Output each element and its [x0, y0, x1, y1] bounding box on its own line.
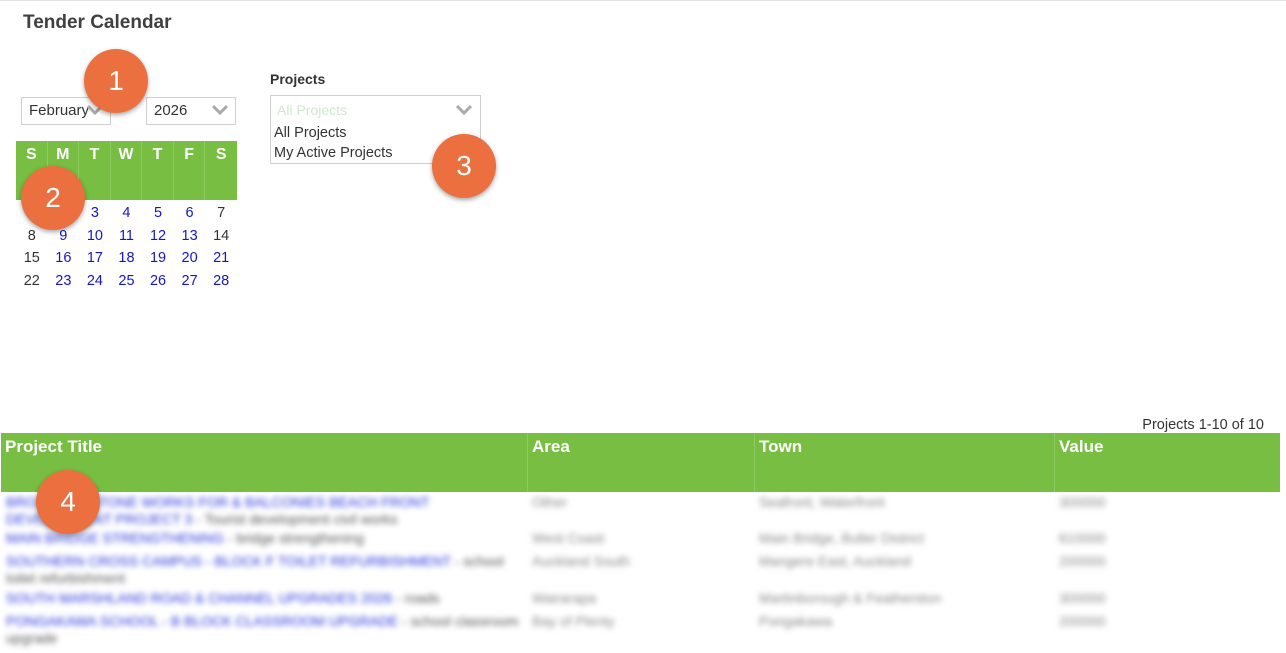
day-header-sat: S	[215, 146, 227, 163]
project-title-link[interactable]: SOUTH MARSHLAND ROAD & CHANNEL UPGRADES …	[6, 590, 392, 606]
projects-filter-label: Projects	[270, 71, 326, 87]
calendar-day-10[interactable]: 10	[79, 226, 111, 249]
town-cell: Main Bridge, Buller District	[759, 530, 924, 546]
calendar-day-18[interactable]: 18	[111, 248, 143, 271]
projects-option-my-active[interactable]: My Active Projects	[274, 145, 392, 161]
top-border	[0, 0, 1286, 1]
calendar-day-16[interactable]: 16	[48, 248, 80, 271]
calendar-day-13[interactable]: 13	[174, 226, 206, 249]
day-header-wed: W	[111, 141, 143, 200]
town-cell: Pongakawa	[759, 613, 833, 629]
calendar-week-row: 22 23 24 25 26 27 28	[16, 271, 237, 294]
calendar-day-23[interactable]: 23	[48, 271, 80, 294]
area-cell: Auckland South	[532, 553, 631, 569]
calendar-day-5[interactable]: 5	[142, 203, 174, 226]
year-select[interactable]: 2026	[146, 97, 236, 125]
value-cell: 610000	[1059, 530, 1106, 546]
calendar-day-14: 14	[213, 227, 230, 244]
projects-option-all[interactable]: All Projects	[274, 125, 347, 141]
project-title-link[interactable]: SOUTHERN CROSS CAMPUS - BLOCK F TOILET R…	[6, 553, 451, 569]
chevron-down-icon	[455, 104, 473, 116]
chevron-down-icon	[211, 104, 229, 116]
results-count: Projects 1-10 of 10	[1142, 417, 1264, 433]
annotation-badge-3: 3	[432, 134, 496, 198]
value-cell: 200000	[1059, 553, 1106, 569]
calendar-day-27[interactable]: 27	[174, 271, 206, 294]
project-title-cell: PONGAKAWA SCHOOL - B BLOCK CLASSROOM UPG…	[6, 613, 521, 647]
value-cell: 200000	[1059, 613, 1106, 629]
day-header-fri: F	[174, 141, 206, 200]
calendar-day-22: 22	[23, 272, 40, 289]
calendar-day-24[interactable]: 24	[79, 271, 111, 294]
project-title-cell: SOUTHERN CROSS CAMPUS - BLOCK F TOILET R…	[6, 553, 521, 587]
town-cell: Mangere East, Auckland	[759, 553, 911, 569]
calendar-day-20[interactable]: 20	[174, 248, 206, 271]
projects-select-current: All Projects	[277, 102, 348, 118]
town-cell: Seafront, Waterfront	[759, 494, 885, 510]
calendar-day-4[interactable]: 4	[111, 203, 143, 226]
annotation-badge-2: 2	[21, 166, 85, 230]
calendar-week-row: 15 16 17 18 19 20 21	[16, 248, 237, 271]
calendar-day-26[interactable]: 26	[142, 271, 174, 294]
calendar-day-12[interactable]: 12	[142, 226, 174, 249]
project-description: - Tourist development civil works	[192, 511, 398, 527]
calendar-day-6[interactable]: 6	[174, 203, 206, 226]
calendar-day-19[interactable]: 19	[142, 248, 174, 271]
area-cell: Other	[532, 494, 568, 510]
results-table-header: Project Title Area Town Value	[1, 433, 1280, 492]
calendar-day-7: 7	[217, 205, 226, 221]
area-cell: West Coast	[532, 530, 605, 546]
calendar-day-21[interactable]: 21	[205, 248, 237, 271]
day-header-thu: T	[142, 141, 174, 200]
page-title: Tender Calendar	[23, 12, 172, 33]
project-title-cell: MAIN BRIDGE STRENGTHENING - bridge stren…	[6, 530, 521, 547]
column-header-value[interactable]: Value	[1055, 433, 1280, 492]
project-title-link[interactable]: PONGAKAWA SCHOOL - B BLOCK CLASSROOM UPG…	[6, 613, 398, 629]
month-select-value: February	[29, 102, 90, 119]
annotation-badge-4: 4	[36, 470, 100, 534]
year-select-value: 2026	[154, 102, 188, 119]
calendar-day-25[interactable]: 25	[111, 271, 143, 294]
column-header-town[interactable]: Town	[755, 433, 1055, 492]
annotation-badge-1: 1	[84, 49, 148, 113]
area-cell: Bay of Plenty	[532, 613, 615, 629]
calendar-day-11[interactable]: 11	[111, 226, 143, 249]
calendar-day-8: 8	[27, 227, 36, 244]
project-description: - bridge strengthening	[223, 530, 364, 546]
calendar-day-17[interactable]: 17	[79, 248, 111, 271]
column-header-area[interactable]: Area	[528, 433, 755, 492]
project-title-link[interactable]: MAIN BRIDGE STRENGTHENING	[6, 530, 224, 546]
value-cell: 300000	[1059, 494, 1106, 510]
town-cell: Martinborough & Featherston	[759, 590, 942, 606]
project-title-cell: SOUTH MARSHLAND ROAD & CHANNEL UPGRADES …	[6, 590, 521, 607]
calendar-day-15: 15	[23, 250, 40, 266]
value-cell: 300000	[1059, 590, 1106, 606]
calendar-day-28[interactable]: 28	[205, 271, 237, 294]
area-cell: Wairarapa	[532, 590, 597, 606]
project-description: - roads	[392, 590, 440, 606]
